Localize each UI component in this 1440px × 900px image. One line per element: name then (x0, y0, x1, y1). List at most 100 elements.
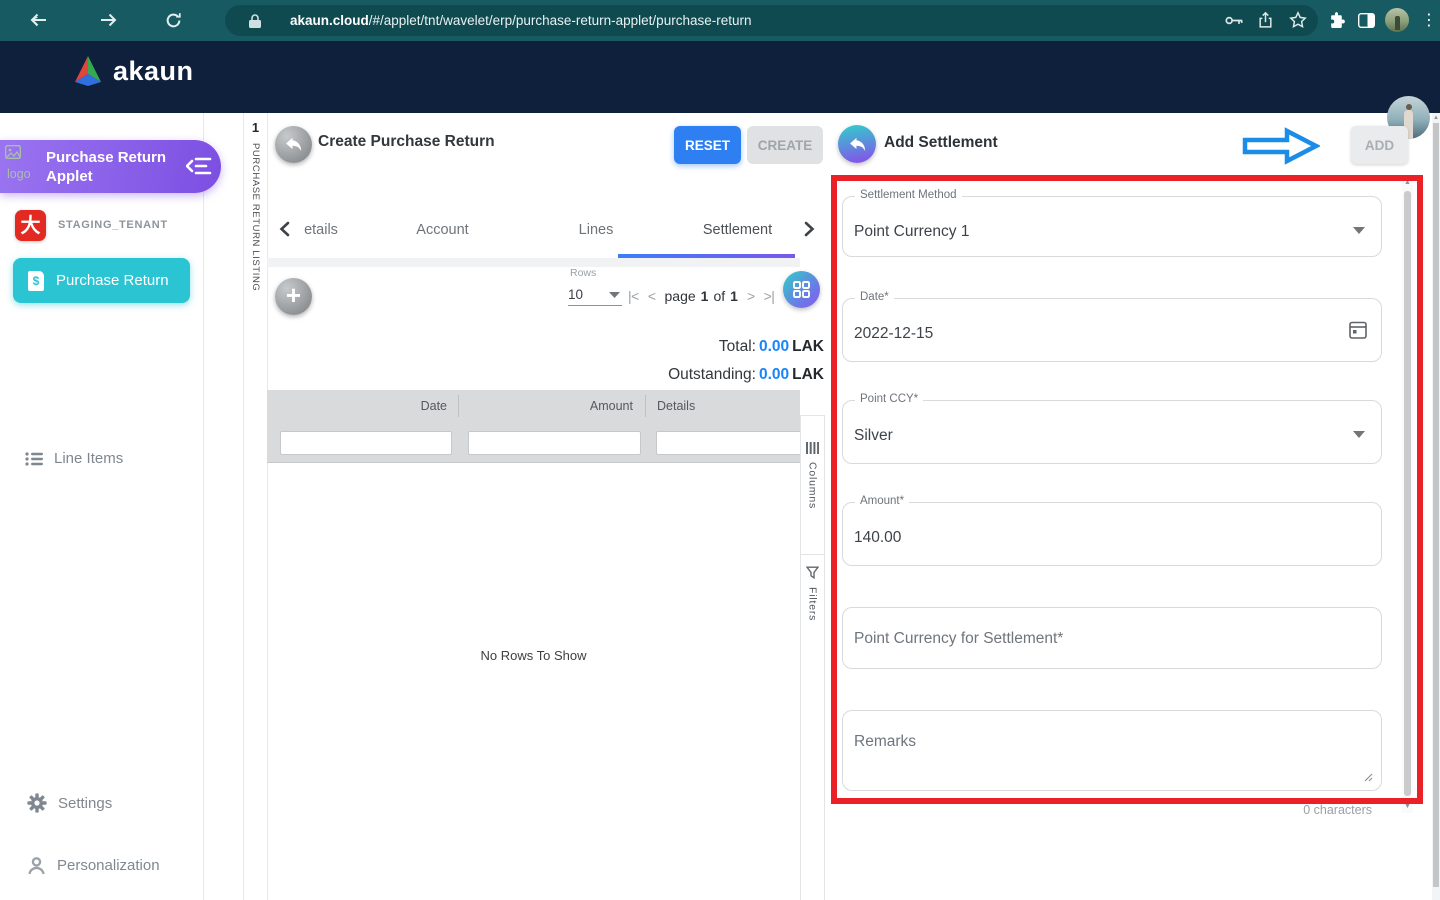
table-header: Date Amount Details (267, 390, 808, 463)
pagination: |< < page 1 of 1 > >| (628, 288, 775, 304)
tools-divider (801, 554, 824, 555)
rows-per-page-select[interactable]: 10 (568, 286, 622, 306)
total-pages: 1 (730, 288, 738, 304)
browser-chrome: akaun.cloud/#/applet/tnt/wavelet/erp/pur… (0, 0, 1440, 41)
field-label: Date* (855, 291, 894, 303)
sidebar-item-settings[interactable]: Settings (27, 793, 112, 813)
total-label: Total: (718, 338, 756, 355)
columns-tool[interactable]: Columns (801, 442, 824, 509)
brand-name: akaun (113, 55, 194, 86)
column-header-date[interactable]: Date (267, 390, 447, 422)
listing-tab-label: PURCHASE RETURN LISTING (250, 143, 261, 292)
brand-logo: akaun (70, 55, 194, 87)
next-page-button[interactable]: > (747, 288, 755, 304)
filters-tool[interactable]: Filters (801, 566, 824, 621)
panel-scrollbar[interactable]: ▲ ▼ (1402, 176, 1413, 813)
bookmark-star-icon[interactable] (1289, 11, 1307, 29)
amount-filter-input[interactable] (468, 431, 641, 455)
tenant-logo-icon[interactable]: 大 (15, 210, 46, 241)
document-dollar-icon: $ (28, 270, 44, 291)
tab-lines[interactable]: Lines (520, 207, 672, 254)
settlement-method-select[interactable]: Settlement Method Point Currency 1 (842, 189, 1382, 257)
akaun-triangle-icon (75, 56, 101, 86)
browser-back-icon[interactable] (30, 13, 47, 27)
field-value: Point Currency 1 (854, 223, 970, 240)
tenant-name: STAGING_TENANT (58, 219, 168, 231)
reset-button[interactable]: RESET (674, 126, 741, 164)
back-arrow-icon (286, 137, 302, 152)
tab-settlement[interactable]: Settlement (680, 207, 795, 254)
add-row-button[interactable]: + (275, 278, 312, 315)
applet-header[interactable]: logo Purchase Return Applet (0, 140, 221, 193)
annotation-blue-arrow-icon (1242, 127, 1321, 170)
sidebar-item-label: Settings (58, 794, 113, 812)
tabs-scroll-right-icon[interactable] (804, 221, 820, 241)
field-placeholder: Remarks (854, 733, 917, 750)
previous-page-button[interactable]: < (648, 288, 656, 304)
extensions-puzzle-icon[interactable] (1328, 11, 1346, 29)
chevron-down-icon (1353, 431, 1365, 438)
scroll-down-icon[interactable]: ▼ (1402, 803, 1413, 810)
key-icon[interactable] (1225, 14, 1244, 27)
panel-back-button[interactable] (838, 125, 876, 163)
rows-per-page-value: 10 (568, 287, 584, 302)
browser-profile-avatar[interactable] (1385, 8, 1409, 32)
side-panel-icon[interactable] (1358, 13, 1375, 28)
add-settlement-button[interactable]: ADD (1351, 126, 1408, 164)
url-text: akaun.cloud/#/applet/tnt/wavelet/erp/pur… (290, 13, 751, 28)
sidebar-item-purchase-return[interactable]: $ Purchase Return (13, 258, 190, 303)
tab-details[interactable]: etails (277, 207, 365, 254)
field-placeholder: Point Currency for Settlement* (854, 630, 1064, 647)
create-button[interactable]: CREATE (747, 126, 823, 164)
point-ccy-select[interactable]: Point CCY* Silver (842, 393, 1382, 464)
sidebar-item-personalization[interactable]: Personalization (27, 856, 160, 875)
calendar-icon[interactable] (1349, 320, 1367, 339)
chevron-down-icon (1353, 227, 1365, 234)
scrollbar-thumb[interactable] (1404, 191, 1411, 796)
browser-refresh-icon[interactable] (165, 12, 182, 29)
page-scrollbar[interactable]: ▲ (1432, 113, 1440, 900)
app-header: akaun (0, 41, 1440, 139)
tabs-divider (267, 258, 800, 267)
outstanding-row: Outstanding: 0.00 LAK (500, 361, 824, 389)
field-value: 2022-12-15 (854, 325, 934, 342)
grid-view-button[interactable] (783, 271, 820, 308)
listing-vertical-tab[interactable]: 1 PURCHASE RETURN LISTING (243, 113, 268, 900)
collapse-sidebar-icon[interactable] (185, 154, 212, 180)
first-page-button[interactable]: |< (628, 288, 639, 304)
column-header-amount[interactable]: Amount (458, 390, 633, 422)
point-currency-settlement-select[interactable]: Point Currency for Settlement* (842, 607, 1382, 669)
scrollbar-thumb[interactable] (1433, 123, 1439, 887)
remarks-textarea[interactable]: Remarks (842, 710, 1382, 791)
empty-table-message: No Rows To Show (480, 648, 587, 663)
browser-url-bar[interactable]: akaun.cloud/#/applet/tnt/wavelet/erp/pur… (225, 5, 1318, 36)
outstanding-label: Outstanding: (668, 366, 756, 383)
gear-icon (27, 793, 47, 813)
date-filter-input[interactable] (280, 431, 452, 455)
logo-alt-text: logo (7, 167, 31, 181)
scroll-up-icon[interactable]: ▲ (1432, 115, 1440, 121)
browser-forward-icon[interactable] (100, 13, 117, 27)
share-icon[interactable] (1257, 11, 1274, 29)
amount-field[interactable]: Amount* 140.00 (842, 495, 1382, 566)
back-button[interactable] (275, 126, 312, 163)
sidebar-item-line-items[interactable]: Line Items (25, 450, 123, 467)
sidebar-item-label: Personalization (57, 857, 160, 874)
tab-account[interactable]: Account (365, 207, 520, 254)
date-field[interactable]: Date* 2022-12-15 (842, 291, 1382, 362)
last-page-button[interactable]: >| (764, 288, 775, 304)
column-header-details[interactable]: Details (657, 390, 787, 422)
browser-menu-icon[interactable]: ⋮ (1421, 10, 1437, 29)
totals-summary: Total: 0.00 LAK Outstanding: 0.00 LAK (500, 333, 824, 389)
applet-title: Purchase Return Applet (46, 149, 167, 185)
outstanding-value: 0.00 (758, 366, 790, 383)
details-filter-input[interactable] (656, 431, 808, 455)
grid-icon (793, 281, 810, 298)
plus-icon: + (285, 279, 302, 310)
person-icon (28, 857, 45, 875)
page-title: Create Purchase Return (318, 133, 495, 150)
filter-funnel-icon (806, 566, 819, 579)
resize-handle-icon[interactable] (1364, 773, 1373, 782)
listing-tab-index: 1 (251, 120, 260, 135)
scroll-up-icon[interactable]: ▲ (1402, 179, 1413, 186)
